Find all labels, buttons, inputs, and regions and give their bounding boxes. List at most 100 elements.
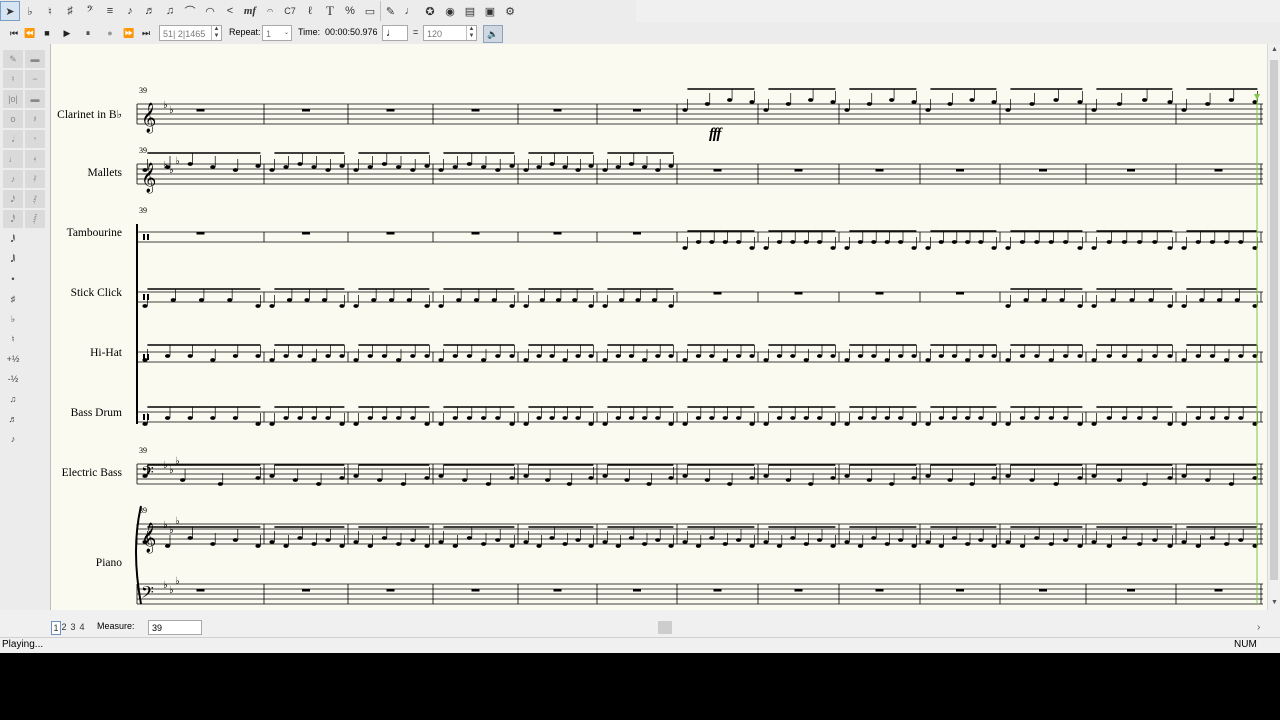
mallets-note bbox=[311, 165, 317, 169]
pal-half-note-button[interactable]: 𝅗𝅥 bbox=[3, 130, 23, 148]
piano-note bbox=[165, 544, 171, 548]
electric-bass-note bbox=[1205, 478, 1211, 482]
pal-64th-rest-button[interactable]: 𝅁 bbox=[25, 190, 45, 208]
pal-sharp-button[interactable]: ♯ bbox=[3, 290, 23, 308]
pal-64th-note-button[interactable]: 𝅘𝅥𝅱 bbox=[3, 230, 23, 248]
pal-natural-button[interactable]: ♮ bbox=[3, 330, 23, 348]
stop-button[interactable]: ■ bbox=[39, 25, 55, 41]
pal-quarter-rest-button[interactable]: 𝄽 bbox=[25, 110, 45, 128]
pal-quarter-note-button[interactable]: ♩ bbox=[3, 150, 23, 168]
pause-button[interactable]: ⏸ bbox=[80, 25, 96, 41]
pal-128th-rest-button[interactable]: 𝅂 bbox=[25, 210, 45, 228]
speaker-button[interactable]: 🔈 bbox=[483, 25, 503, 43]
pal-half-rest-button[interactable]: − bbox=[25, 70, 45, 88]
pal-128th-note-button[interactable]: 𝅘𝅥𝅲 bbox=[3, 250, 23, 268]
page-tab-3[interactable]: 3 bbox=[69, 621, 77, 633]
page-tab-4[interactable]: 4 bbox=[78, 621, 86, 633]
pal-eighth-rest-button[interactable]: 𝄾 bbox=[25, 130, 45, 148]
settings-tool-button[interactable]: ⚙ bbox=[500, 1, 520, 21]
horizontal-scrollbar[interactable] bbox=[232, 621, 1267, 634]
play-button[interactable]: ▶ bbox=[59, 25, 75, 41]
pal-grace-note-button[interactable]: ♪ bbox=[3, 430, 23, 448]
stick-click-note bbox=[509, 304, 515, 308]
pal-half-step-up-button[interactable]: +½ bbox=[3, 350, 23, 368]
resize-tool-button[interactable]: % bbox=[340, 1, 360, 21]
electric-bass-note bbox=[1005, 474, 1011, 478]
scroll-right-arrow-icon[interactable]: › bbox=[1257, 622, 1260, 633]
page-tab-2[interactable]: 2 bbox=[60, 621, 68, 633]
piano-note bbox=[925, 540, 931, 544]
scroll-up-arrow-icon[interactable]: ▲ bbox=[1271, 46, 1278, 53]
position-spinner[interactable]: ▲ ▼ bbox=[211, 26, 221, 40]
pal-32nd-note-button[interactable]: 𝅘𝅥𝅰 bbox=[3, 210, 23, 228]
whole-rest bbox=[956, 169, 964, 172]
scroll-down-arrow-icon[interactable]: ▼ bbox=[1271, 599, 1278, 606]
pal-whole-note-button[interactable]: o bbox=[3, 110, 23, 128]
midi-tool-button[interactable]: ◉ bbox=[440, 1, 460, 21]
articulation-tool-button[interactable]: 𝄐 bbox=[260, 1, 280, 21]
lyrics-tool-button[interactable]: ℓ bbox=[300, 1, 320, 21]
fast-forward-button[interactable]: ⏩ bbox=[121, 25, 137, 41]
expression-tool-button[interactable]: mf bbox=[240, 1, 260, 21]
smart-shape-button[interactable]: ⌒ bbox=[180, 1, 200, 21]
vertical-scrollbar[interactable]: ▲ ▼ bbox=[1267, 44, 1280, 610]
speedy-entry-button[interactable]: ♬ bbox=[140, 1, 160, 21]
measure-number-tambourine: 39 bbox=[139, 206, 147, 215]
tempo-note-selector[interactable]: ♩ bbox=[382, 25, 408, 41]
text-tool-button[interactable]: T bbox=[320, 1, 340, 21]
pal-tuplet-button[interactable]: ♫ bbox=[3, 390, 23, 408]
pal-breve-button[interactable]: |o| bbox=[3, 90, 23, 108]
pal-eraser-button[interactable]: ✎ bbox=[3, 50, 23, 68]
pal-32nd-rest-button[interactable]: 𝅀 bbox=[25, 170, 45, 188]
utilities-button[interactable]: ✎ bbox=[380, 1, 400, 21]
pal-rest-button[interactable]: ▬ bbox=[25, 90, 45, 108]
whole-rest bbox=[1127, 169, 1135, 172]
hihat-note bbox=[562, 358, 568, 362]
vertical-scroll-thumb[interactable] bbox=[1270, 60, 1278, 580]
tuplet-tool-button[interactable]: ♫ bbox=[160, 1, 180, 21]
position-field[interactable]: 51| 2|1465 ▲ ▼ bbox=[159, 25, 222, 41]
pal-half-step-down-button[interactable]: -½ bbox=[3, 370, 23, 388]
chord-tool-button[interactable]: C7 bbox=[280, 1, 300, 21]
sharp-tool-button[interactable]: ♯ bbox=[60, 1, 80, 21]
electric-bass-note bbox=[1142, 482, 1148, 486]
bass-drum-note bbox=[830, 422, 836, 426]
piano-note bbox=[602, 540, 608, 544]
select-tool-button[interactable]: ➤ bbox=[0, 1, 20, 21]
simple-entry-button[interactable]: ♪ bbox=[120, 1, 140, 21]
hairpin-tool-button[interactable]: < bbox=[220, 1, 240, 21]
tempo-field[interactable]: 120 ▲ ▼ bbox=[423, 25, 477, 41]
staff-tool-button[interactable]: ≡ bbox=[100, 1, 120, 21]
pal-whole-rest-button[interactable]: ▬ bbox=[25, 50, 45, 68]
mirror-tool-button[interactable]: ♩ bbox=[400, 1, 420, 21]
repeat-dropdown[interactable]: ⌄ bbox=[282, 26, 291, 40]
pal-flat-button[interactable]: ♭ bbox=[3, 310, 23, 328]
sixtyfourth-note-icon: 𝅘𝅥𝅱 bbox=[10, 233, 16, 244]
stick-click-note bbox=[602, 304, 608, 308]
pal-sixteenth-rest-button[interactable]: 𝄿 bbox=[25, 150, 45, 168]
rewind-to-start-button[interactable]: ⏮ bbox=[6, 25, 22, 41]
electric-bass-note bbox=[217, 482, 223, 486]
record-button[interactable]: ● bbox=[102, 25, 118, 41]
page-layout-button[interactable]: ▭ bbox=[360, 1, 380, 21]
horizontal-scroll-thumb[interactable] bbox=[658, 621, 672, 634]
pal-dot-button[interactable]: • bbox=[3, 270, 23, 288]
repeat-field[interactable]: 1 ⌄ bbox=[262, 25, 292, 41]
pal-sixteenth-note-button[interactable]: 𝅘𝅥𝅯 bbox=[3, 190, 23, 208]
pal-eighth-note-button[interactable]: ♪ bbox=[3, 170, 23, 188]
tie-tool-button[interactable]: ◠ bbox=[200, 1, 220, 21]
rewind-button[interactable]: ⏪ bbox=[22, 25, 38, 41]
pal-beam-button[interactable]: ♬ bbox=[3, 410, 23, 428]
keyboard-tool-button[interactable]: ▤ bbox=[460, 1, 480, 21]
skip-to-end-button[interactable]: ⏭ bbox=[138, 25, 154, 41]
clef-tool-button[interactable]: 𝄢 bbox=[80, 1, 100, 21]
tempo-spinner[interactable]: ▲ ▼ bbox=[466, 26, 476, 40]
measure-field[interactable]: 39 bbox=[148, 620, 202, 635]
pal-tie-button[interactable]: ♮ bbox=[3, 70, 23, 88]
piano-note bbox=[588, 544, 594, 548]
natural-tool-button[interactable]: ♮ bbox=[40, 1, 60, 21]
special-tools-button[interactable]: ✪ bbox=[420, 1, 440, 21]
flat-tool-button[interactable]: ♭ bbox=[20, 1, 40, 21]
score-canvas[interactable]: 𝄞𝄞𝄢𝄞𝄢♭♭♭♭♭♭♭♭♭♭♭♭♭♭ Clarinet in B♭ Malle… bbox=[50, 44, 1268, 610]
mixer-tool-button[interactable]: ▣ bbox=[480, 1, 500, 21]
